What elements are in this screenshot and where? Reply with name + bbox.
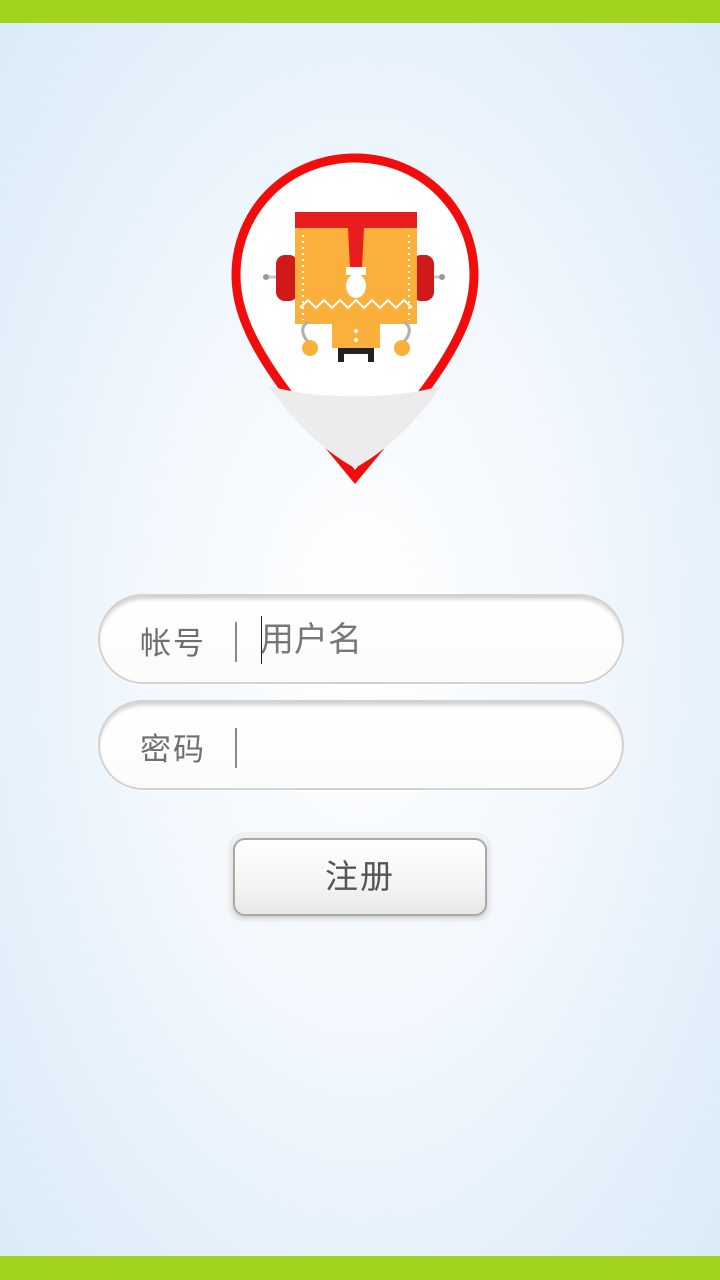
- account-divider: [235, 622, 237, 662]
- username-input[interactable]: [260, 614, 590, 666]
- password-label: 密码: [140, 732, 206, 768]
- password-input[interactable]: [260, 720, 590, 772]
- robot-map-pin-icon: [231, 153, 479, 485]
- account-field[interactable]: 帐号: [98, 594, 624, 684]
- password-field[interactable]: 密码: [98, 700, 624, 790]
- register-button[interactable]: 注册: [233, 838, 487, 916]
- password-divider: [235, 728, 237, 768]
- account-label: 帐号: [140, 626, 206, 662]
- text-cursor: [261, 616, 262, 664]
- bottom-accent-bar: [0, 1256, 720, 1280]
- top-accent-bar: [0, 0, 720, 23]
- register-screen: 帐号 密码 注册: [0, 0, 720, 1280]
